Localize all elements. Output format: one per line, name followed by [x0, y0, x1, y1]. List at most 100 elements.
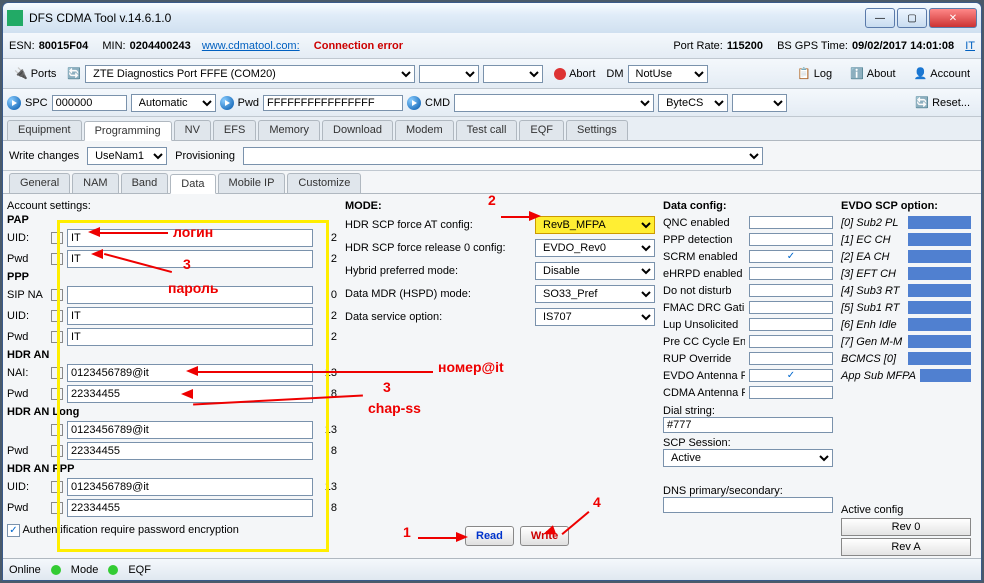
mode-s1-select[interactable]: RevB_MFPA [535, 216, 655, 234]
hl-pwd-input[interactable] [67, 442, 313, 460]
tab-testcall[interactable]: Test call [456, 120, 518, 140]
port-select[interactable]: ZTE Diagnostics Port FFFE (COM20) [85, 65, 415, 83]
config-checkbox[interactable] [749, 284, 833, 297]
evdo-indicator[interactable] [908, 216, 971, 229]
log-button[interactable]: 📋 Log [790, 64, 839, 83]
config-checkbox[interactable]: ✓ [749, 250, 833, 263]
minimize-button[interactable]: — [865, 8, 895, 28]
tab-general[interactable]: General [9, 173, 70, 193]
ppp-pwd-input[interactable] [67, 328, 313, 346]
checkbox[interactable] [51, 253, 63, 265]
evdo-indicator[interactable] [908, 267, 971, 280]
dm-select[interactable]: NotUse [628, 65, 708, 83]
ports-button[interactable]: 🔌 Ports [7, 64, 63, 83]
tab-modem[interactable]: Modem [395, 120, 454, 140]
refresh-icon[interactable]: 🔄 [67, 67, 81, 80]
tab-memory[interactable]: Memory [258, 120, 320, 140]
mode-s4-select[interactable]: SO33_Pref [535, 285, 655, 303]
tab-customize[interactable]: Customize [287, 173, 361, 193]
checkbox[interactable] [51, 232, 63, 244]
rev0-button[interactable]: Rev 0 [841, 518, 971, 536]
dataconfig-column: Data config: QNC enabledPPP detectionSCR… [663, 198, 833, 554]
hp-uid-input[interactable] [67, 478, 313, 496]
evdo-indicator[interactable] [908, 284, 971, 297]
tab-programming[interactable]: Programming [84, 121, 172, 141]
uid-label: UID: [7, 310, 47, 322]
abort-button[interactable]: Abort [547, 65, 602, 83]
about-button[interactable]: ℹ️ About [843, 64, 902, 83]
evdo-indicator[interactable] [908, 233, 971, 246]
play-icon[interactable] [220, 96, 234, 110]
spc-mode-select[interactable]: Automatic [131, 94, 216, 112]
scp-select[interactable]: Active [663, 449, 833, 467]
tab-mobileip[interactable]: Mobile IP [218, 173, 286, 193]
dm-label: DM [606, 68, 623, 80]
evdo-indicator[interactable] [920, 369, 971, 382]
checkbox[interactable] [51, 424, 63, 436]
site-link[interactable]: www.cdmatool.com: [202, 40, 300, 52]
config-checkbox[interactable]: ✓ [749, 369, 833, 382]
checkbox[interactable] [51, 445, 63, 457]
checkbox[interactable] [51, 331, 63, 343]
close-button[interactable]: ✕ [929, 8, 977, 28]
play-icon[interactable] [407, 96, 421, 110]
evdo-indicator[interactable] [908, 250, 971, 263]
tab-download[interactable]: Download [322, 120, 393, 140]
evdo-indicator[interactable] [908, 335, 971, 348]
mode-s2-select[interactable]: EVDO_Rev0 [535, 239, 655, 257]
provisioning-select[interactable] [243, 147, 763, 165]
tab-data[interactable]: Data [170, 174, 215, 194]
hl-nai-input[interactable] [67, 421, 313, 439]
it-link[interactable]: IT [965, 40, 975, 52]
cmd-select[interactable] [454, 94, 654, 112]
annotation-nomer: номер@it [438, 359, 504, 375]
config-checkbox[interactable] [749, 233, 833, 246]
evdo-indicator[interactable] [908, 318, 971, 331]
port-extra2-select[interactable] [483, 65, 543, 83]
hp-pwd-input[interactable] [67, 499, 313, 517]
bytecs-select[interactable]: ByteCS [658, 94, 728, 112]
tab-efs[interactable]: EFS [213, 120, 256, 140]
config-checkbox[interactable] [749, 216, 833, 229]
reva-button[interactable]: Rev A [841, 538, 971, 556]
tab-band[interactable]: Band [121, 173, 169, 193]
checkbox[interactable] [51, 502, 63, 514]
evdo-indicator[interactable] [908, 301, 971, 314]
tab-nam[interactable]: NAM [72, 173, 118, 193]
port-extra1-select[interactable] [419, 65, 479, 83]
checkbox[interactable] [51, 481, 63, 493]
config-checkbox[interactable] [749, 335, 833, 348]
usenam-select[interactable]: UseNam1 [87, 147, 167, 165]
tab-equipment[interactable]: Equipment [7, 120, 82, 140]
dns-input[interactable] [663, 497, 833, 513]
checkbox[interactable] [51, 289, 63, 301]
checkbox[interactable] [51, 388, 63, 400]
checkbox[interactable] [51, 310, 63, 322]
tab-eqf[interactable]: EQF [519, 120, 564, 140]
checkbox[interactable] [51, 367, 63, 379]
maximize-button[interactable]: ▢ [897, 8, 927, 28]
config-checkbox[interactable] [749, 352, 833, 365]
tab-settings[interactable]: Settings [566, 120, 628, 140]
reset-button[interactable]: 🔄 Reset... [908, 93, 977, 112]
tab-nv[interactable]: NV [174, 120, 211, 140]
config-checkbox[interactable] [749, 386, 833, 399]
toolbar-extra-select[interactable] [732, 94, 787, 112]
dial-input[interactable] [663, 417, 833, 433]
auth-checkbox[interactable]: ✓ [7, 524, 20, 537]
config-checkbox[interactable] [749, 301, 833, 314]
mode-s5-select[interactable]: IS707 [535, 308, 655, 326]
config-row: EVDO Antenna RX Control✓ [663, 367, 833, 384]
evdo-label: [5] Sub1 RT [841, 302, 904, 314]
account-button[interactable]: 👤 Account [907, 64, 977, 83]
read-button[interactable]: Read [465, 526, 514, 546]
pwd-input[interactable] [263, 95, 403, 111]
play-icon[interactable] [7, 96, 21, 110]
ppp-uid-input[interactable] [67, 307, 313, 325]
config-checkbox[interactable] [749, 318, 833, 331]
config-checkbox[interactable] [749, 267, 833, 280]
mode-s3-select[interactable]: Disable [535, 262, 655, 280]
evdo-indicator[interactable] [908, 352, 971, 365]
spc-input[interactable] [52, 95, 127, 111]
portrate-label: Port Rate: [673, 40, 723, 52]
